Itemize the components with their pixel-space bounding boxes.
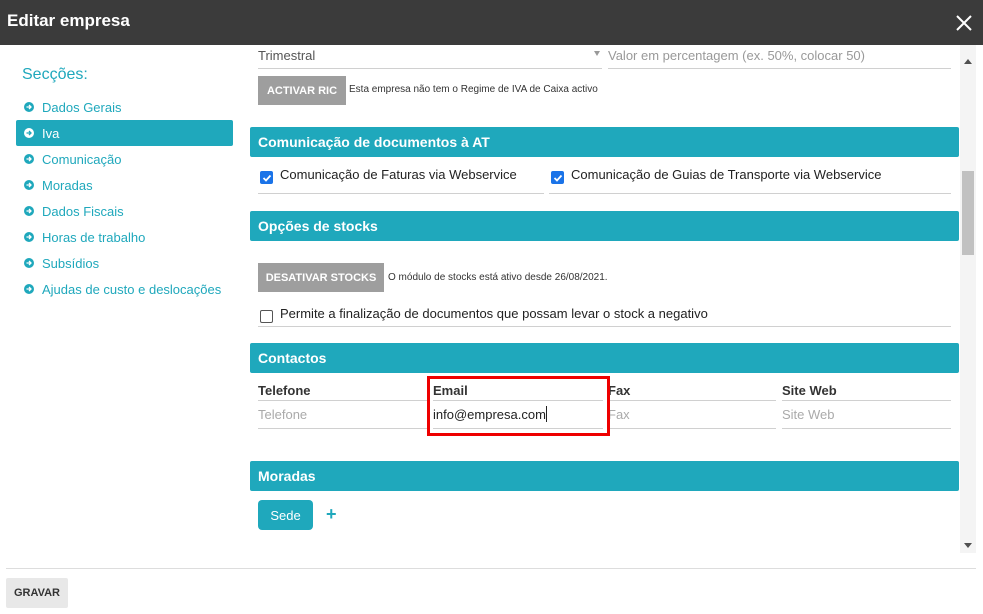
sidebar-item-dados-gerais[interactable]: Dados Gerais <box>16 94 233 120</box>
scrollbar-thumb[interactable] <box>962 171 974 255</box>
site-web-label: Site Web <box>782 383 837 398</box>
guias-label: Comunicação de Guias de Transporte via W… <box>571 167 882 182</box>
ric-note: Esta empresa não tem o Regime de IVA de … <box>349 84 598 95</box>
sidebar-item-label: Dados Gerais <box>42 99 122 115</box>
site-underline <box>782 428 951 429</box>
faturas-checkbox[interactable] <box>260 171 273 184</box>
guias-checkbox[interactable] <box>551 171 564 184</box>
chevron-down-icon[interactable] <box>594 51 600 56</box>
faturas-underline <box>258 193 544 194</box>
email-highlight-box <box>427 376 610 436</box>
arrow-right-circle-icon <box>24 102 34 112</box>
sidebar-item-label: Subsídios <box>42 255 100 271</box>
stocks-section-header: Opções de stocks <box>250 211 959 241</box>
moradas-section-header: Moradas <box>250 461 959 491</box>
contacts-section-header: Contactos <box>250 343 959 373</box>
sidebar-item-label: Iva <box>42 125 60 141</box>
sections-title: Secções: <box>22 66 88 83</box>
iva-period-value[interactable]: Trimestral <box>258 48 315 63</box>
sidebar-item-moradas[interactable]: Moradas <box>16 172 233 198</box>
telefone-underline <box>258 428 428 429</box>
telefone-label: Telefone <box>258 383 311 398</box>
arrow-right-circle-icon <box>24 206 34 216</box>
sede-button[interactable]: Sede <box>258 500 313 530</box>
percent-underline <box>608 68 951 69</box>
sections-sidebar: Secções: Dados Gerais Iva Comunicação Morad… <box>16 66 233 302</box>
guias-underline <box>549 193 951 194</box>
modal-title: Editar empresa <box>7 11 130 30</box>
iva-percent-input[interactable]: Valor em percentagem (ex. 50%, colocar 5… <box>608 48 865 63</box>
activate-ric-button[interactable]: ACTIVAR RIC <box>258 76 346 105</box>
arrow-right-circle-icon <box>24 180 34 190</box>
sidebar-item-label: Moradas <box>42 177 93 193</box>
telefone-input[interactable]: Telefone <box>258 407 307 422</box>
arrow-right-circle-icon <box>24 154 34 164</box>
sidebar-item-label: Ajudas de custo e deslocações <box>42 281 222 297</box>
arrow-right-circle-icon <box>24 232 34 242</box>
fax-label: Fax <box>608 383 631 398</box>
negative-stock-checkbox[interactable] <box>260 310 273 323</box>
sidebar-item-ajudas-de-custo-e-desloca-es[interactable]: Ajudas de custo e deslocações <box>16 276 233 302</box>
modal-header: Editar empresa <box>0 0 983 45</box>
fax-input[interactable]: Fax <box>608 407 630 422</box>
scroll-down-icon[interactable] <box>964 543 972 548</box>
site-label-underline <box>782 400 951 401</box>
arrow-right-circle-icon <box>24 128 34 138</box>
main-content: Trimestral Valor em percentagem (ex. 50%… <box>250 45 960 553</box>
sidebar-item-label: Horas de trabalho <box>42 229 146 245</box>
footer-divider <box>6 568 976 569</box>
telefone-label-underline <box>258 400 428 401</box>
negative-underline <box>258 326 951 327</box>
sidebar-item-comunica-o[interactable]: Comunicação <box>16 146 233 172</box>
deactivate-stocks-button[interactable]: DESATIVAR STOCKS <box>258 263 384 292</box>
negative-stock-label: Permite a finalização de documentos que … <box>280 306 708 321</box>
fax-label-underline <box>608 400 776 401</box>
scroll-up-icon[interactable] <box>964 59 972 64</box>
stocks-note: O módulo de stocks está ativo desde 26/0… <box>388 272 608 283</box>
sidebar-item-label: Dados Fiscais <box>42 203 124 219</box>
sidebar-item-dados-fiscais[interactable]: Dados Fiscais <box>16 198 233 224</box>
close-icon[interactable] <box>945 0 983 45</box>
sidebar-item-iva[interactable]: Iva <box>16 120 233 146</box>
arrow-right-circle-icon <box>24 258 34 268</box>
sidebar-item-subs-dios[interactable]: Subsídios <box>16 250 233 276</box>
arrow-right-circle-icon <box>24 284 34 294</box>
save-button[interactable]: GRAVAR <box>6 578 68 608</box>
fax-underline <box>608 428 776 429</box>
sidebar-item-label: Comunicação <box>42 151 122 167</box>
add-address-button[interactable]: + <box>326 504 337 525</box>
site-web-input[interactable]: Site Web <box>782 407 835 422</box>
at-section-header: Comunicação de documentos à AT <box>250 127 959 157</box>
content-scrollbar[interactable] <box>960 45 976 553</box>
faturas-label: Comunicação de Faturas via Webservice <box>280 167 517 182</box>
period-underline <box>258 68 602 69</box>
sidebar-item-horas-de-trabalho[interactable]: Horas de trabalho <box>16 224 233 250</box>
